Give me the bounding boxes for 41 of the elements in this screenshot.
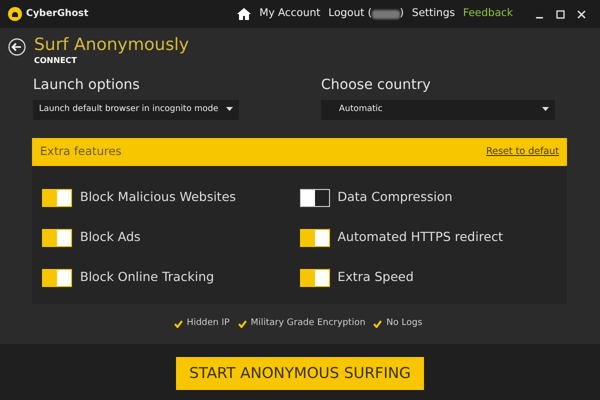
toggle-switch[interactable] xyxy=(42,188,72,207)
logout-paren: ) xyxy=(400,6,404,22)
benefit-label: Military Grade Encryption xyxy=(250,316,366,330)
check-icon xyxy=(373,320,382,328)
feedback-link[interactable]: Feedback xyxy=(462,6,513,22)
start-button[interactable]: START ANONYMOUS SURFING xyxy=(176,357,424,390)
toggle-switch[interactable] xyxy=(300,268,330,287)
account-link[interactable]: My Account xyxy=(259,6,320,22)
feature-label: Data Compression xyxy=(338,188,452,206)
benefit-label: No Logs xyxy=(386,316,422,330)
caret-icon xyxy=(226,107,233,112)
benefit-label: Hidden IP xyxy=(186,316,230,330)
toggle-switch[interactable] xyxy=(42,268,72,287)
toggle-switch[interactable] xyxy=(42,228,72,247)
caret-icon xyxy=(542,107,549,112)
country-label: Choose country xyxy=(321,76,432,95)
back-icon[interactable] xyxy=(8,38,26,56)
page-subtitle: CONNECT xyxy=(34,54,78,67)
extra-features-title: Extra features xyxy=(40,143,122,160)
launch-options-label: Launch options xyxy=(33,76,141,95)
toggle-switch[interactable] xyxy=(300,228,330,247)
settings-link[interactable]: Settings xyxy=(412,6,455,22)
launch-options-dropdown[interactable]: Launch default browser in incognito mode xyxy=(33,100,239,120)
page-title: Surf Anonymously xyxy=(34,36,189,55)
feature-label: Block Malicious Websites xyxy=(80,188,236,206)
feature-label: Extra Speed xyxy=(338,268,414,286)
check-icon xyxy=(174,320,183,328)
check-icon xyxy=(238,320,247,328)
feature-label: Block Online Tracking xyxy=(80,268,214,286)
feature-label: Block Ads xyxy=(80,228,141,246)
app-name: CyberGhost xyxy=(26,6,88,21)
close-icon[interactable] xyxy=(577,10,586,19)
feature-label: Automated HTTPS redirect xyxy=(338,228,504,246)
app-logo-icon xyxy=(8,7,22,21)
toggle-switch[interactable] xyxy=(300,188,330,207)
country-dropdown[interactable]: Automatic xyxy=(321,100,555,120)
reset-link[interactable]: Reset to defaut xyxy=(486,144,559,159)
redacted-username xyxy=(372,10,400,18)
maximize-icon[interactable] xyxy=(556,10,565,19)
home-icon[interactable] xyxy=(237,8,252,20)
logout-link[interactable]: Logout ( xyxy=(328,6,372,22)
